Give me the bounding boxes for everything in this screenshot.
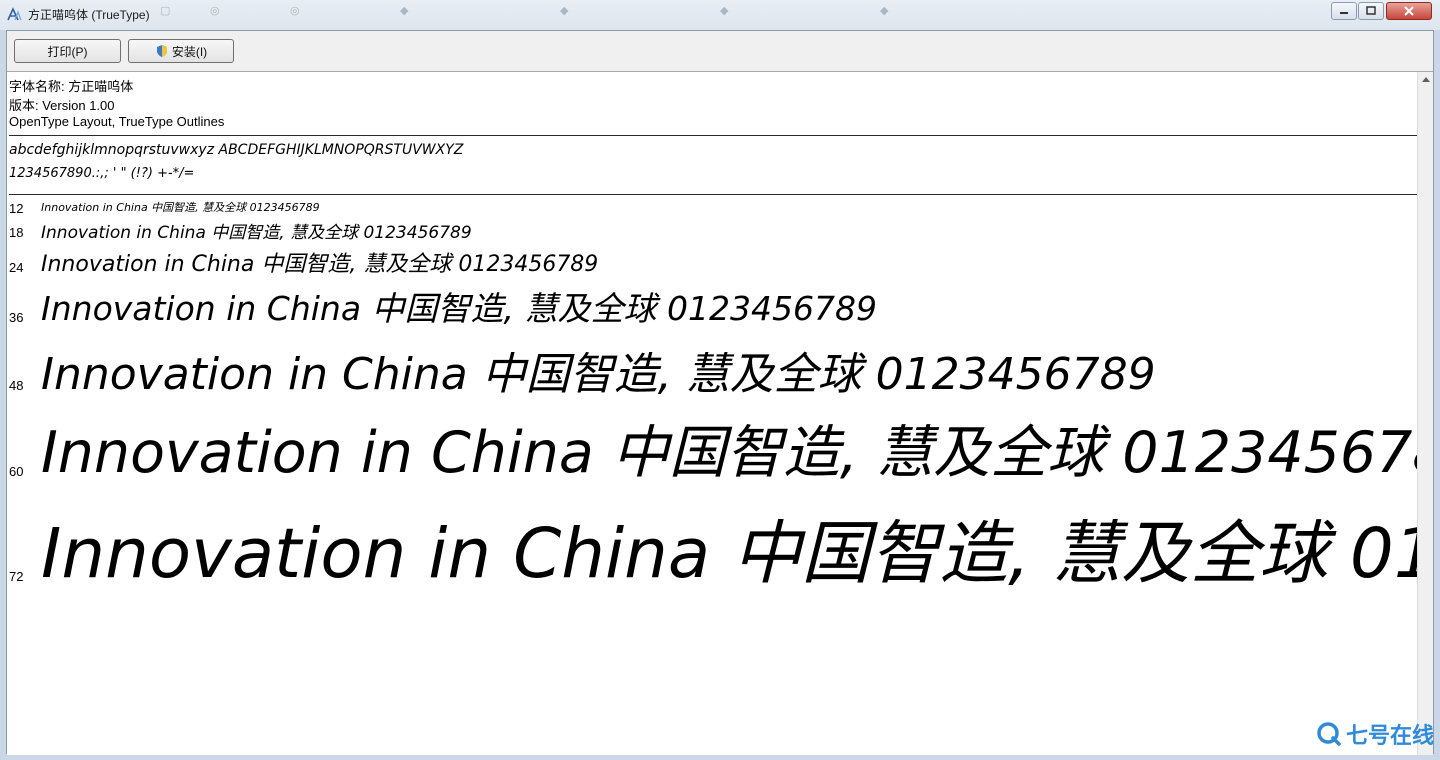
vertical-scrollbar[interactable] [1417, 72, 1433, 755]
font-preview: 字体名称: 方正喵呜体 版本: Version 1.00 OpenType La… [7, 72, 1417, 755]
minimize-icon [1340, 12, 1348, 14]
sample-line: Innovation in China 中国智造, 慧及全球 012345678… [41, 252, 599, 277]
sample-line: Innovation in China 中国智造, 慧及全球 012345678… [41, 349, 1156, 400]
sample-line: Innovation in China 中国智造, 慧及全球 012345678… [41, 289, 877, 328]
shield-icon [156, 45, 167, 57]
scroll-up-button[interactable] [1418, 72, 1433, 88]
size-label: 60 [9, 464, 24, 479]
size-label: 24 [9, 260, 24, 275]
install-button-label: 安装(I) [171, 44, 208, 59]
close-button[interactable] [1386, 2, 1432, 20]
charset-letters: abcdefghijklmnopqrstuvwxyz ABCDEFGHIJKLM… [9, 142, 464, 158]
watermark-logo-icon [1317, 722, 1341, 746]
divider [9, 135, 1417, 136]
size-label: 72 [9, 569, 24, 584]
size-label: 18 [9, 225, 24, 240]
install-button[interactable]: 安装(I) [128, 39, 234, 63]
maximize-button[interactable] [1358, 2, 1384, 20]
toolbar: 打印(P) 安装(I) [7, 31, 1433, 72]
watermark: 七号在线 [1316, 718, 1434, 750]
size-label: 12 [9, 201, 24, 216]
print-button-label: 打印(P) [47, 44, 88, 59]
close-icon [1404, 6, 1414, 16]
font-viewer-window: 方正喵呜体 (TrueType) 打印(P) 安装(I) 字体名称: 方正喵呜体… [0, 0, 1440, 760]
font-version: 版本: Version 1.00 [9, 98, 115, 113]
sample-line: Innovation in China 中国智造, 慧及全球 012345678… [41, 420, 1417, 486]
maximize-icon [1366, 6, 1376, 15]
title-bar[interactable]: 方正喵呜体 (TrueType) [0, 0, 1440, 30]
charset-digits: 1234567890.:,; ' " (!?) +-*/= [9, 166, 195, 181]
sample-line: Innovation in China 中国智造, 慧及全球 012345678… [41, 201, 320, 214]
window-title: 方正喵呜体 (TrueType) [28, 8, 150, 22]
font-type: OpenType Layout, TrueType Outlines [9, 114, 225, 129]
sample-line: Innovation in China 中国智造, 慧及全球 012345678… [41, 223, 472, 243]
print-button[interactable]: 打印(P) [14, 39, 121, 63]
client-area: 打印(P) 安装(I) 字体名称: 方正喵呜体 版本: Version 1.00… [6, 30, 1434, 755]
font-app-icon [7, 7, 22, 21]
size-label: 48 [9, 378, 24, 393]
watermark-text: 七号在线 [1345, 724, 1434, 749]
size-label: 36 [9, 310, 24, 325]
divider [9, 194, 1417, 195]
font-name: 字体名称: 方正喵呜体 [9, 79, 134, 94]
sample-line: Innovation in China 中国智造, 慧及全球 012345678… [41, 514, 1417, 594]
minimize-button[interactable] [1331, 2, 1357, 20]
scroll-up-arrow-icon [1422, 77, 1430, 82]
